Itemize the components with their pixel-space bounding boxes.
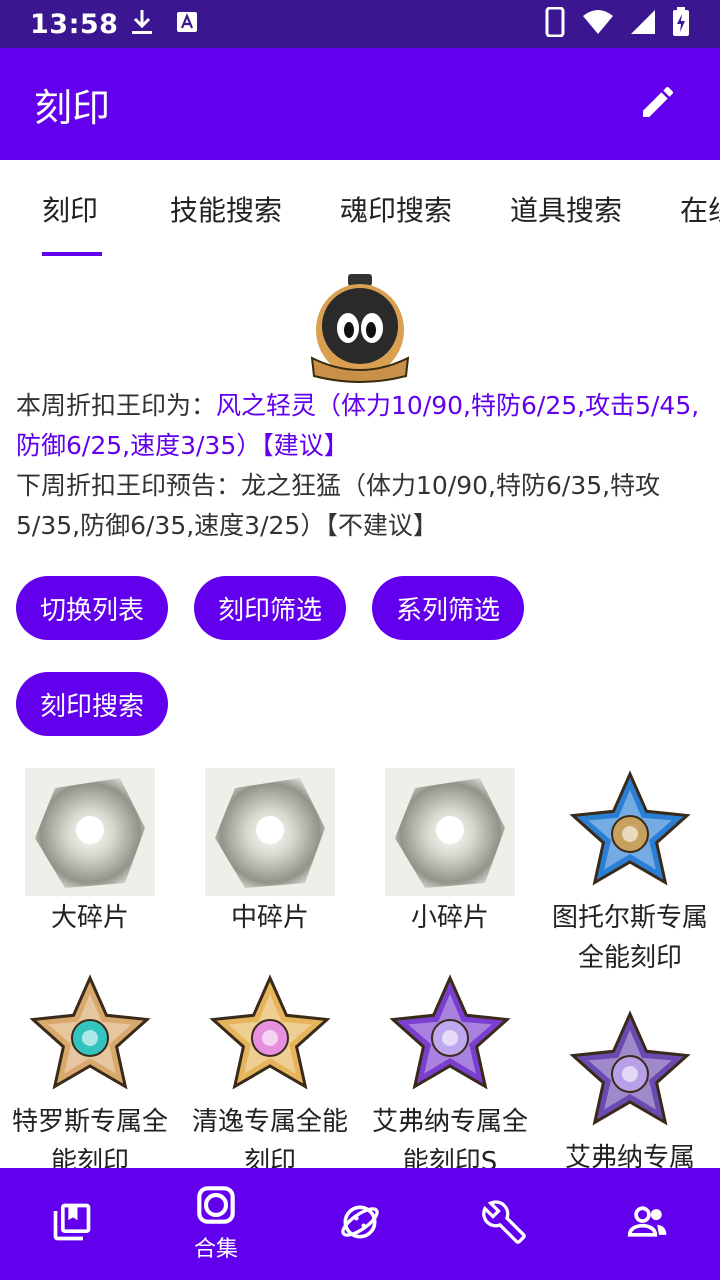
switch-list-button[interactable]: 切换列表 xyxy=(16,576,169,640)
mark-item-label: 特罗斯专属全能刻印 xyxy=(11,1107,168,1168)
nav-item-book[interactable] xyxy=(0,1168,144,1280)
mark-item-label: 中碎片 xyxy=(230,903,309,933)
mark-item-label: 小碎片 xyxy=(410,903,489,933)
mark-item[interactable]: 艾弗纳专属 xyxy=(540,1008,720,1168)
tab-online[interactable]: 在线 xyxy=(680,160,720,258)
fragment-image xyxy=(205,768,335,896)
mark-filter-button[interactable]: 刻印筛选 xyxy=(194,576,347,640)
tab-indicator xyxy=(42,252,102,256)
fragment-image xyxy=(385,768,515,896)
edit-button[interactable] xyxy=(630,76,686,132)
nav-item-planet[interactable] xyxy=(288,1168,432,1280)
mark-content: 本周折扣王印为：风之轻灵（体力10/90,特防6/25,攻击5/45,防御6/2… xyxy=(0,258,720,1168)
mark-item-label: 大碎片 xyxy=(50,903,129,933)
page-title: 刻印 xyxy=(34,85,111,130)
mark-search-button[interactable]: 刻印搜索 xyxy=(16,672,169,736)
status-bar: 13:58 xyxy=(0,0,720,48)
mark-item[interactable]: 特罗斯专属全能刻印 xyxy=(0,972,180,1168)
mark-item-label: 清逸专属全能刻印 xyxy=(191,1107,348,1168)
download-icon xyxy=(130,8,154,40)
mark-star-image xyxy=(565,1008,695,1136)
mark-star-image xyxy=(565,768,695,896)
mark-star-image xyxy=(25,972,155,1100)
font-a-icon xyxy=(176,11,198,37)
series-filter-button[interactable]: 系列筛选 xyxy=(372,576,525,640)
weekly-discount-info: 本周折扣王印为：风之轻灵（体力10/90,特防6/25,攻击5/45,防御6/2… xyxy=(16,386,704,546)
nav-item-tools[interactable] xyxy=(432,1168,576,1280)
mark-item[interactable]: 图托尔斯专属全能刻印 xyxy=(540,768,720,978)
mark-item-label: 艾弗纳专属 xyxy=(564,1143,695,1168)
edit-pencil-icon xyxy=(638,82,678,126)
battery-charging-icon xyxy=(672,7,690,41)
this-week-prefix: 本周折扣王印为： xyxy=(16,391,217,420)
bottom-nav: 合集 xyxy=(0,1168,720,1280)
fragment-image xyxy=(25,768,155,896)
nav-item-collection[interactable]: 合集 xyxy=(144,1168,288,1280)
mark-item[interactable]: 小碎片 xyxy=(360,768,540,938)
mark-item[interactable]: 艾弗纳专属全能刻印S xyxy=(360,972,540,1168)
collection-icon xyxy=(196,1185,236,1229)
mark-item[interactable]: 清逸专属全能刻印 xyxy=(180,972,360,1168)
mark-star-image xyxy=(385,972,515,1100)
mark-item[interactable]: 中碎片 xyxy=(180,768,360,938)
signal-icon xyxy=(630,9,656,39)
this-week-discount: 本周折扣王印为：风之轻灵（体力10/90,特防6/25,攻击5/45,防御6/2… xyxy=(16,386,704,466)
mark-item-label: 图托尔斯专属全能刻印 xyxy=(551,903,708,973)
status-time: 13:58 xyxy=(30,8,119,40)
mark-star-image xyxy=(205,972,335,1100)
tab-bar: 刻印 技能搜索 魂印搜索 道具搜索 在线 xyxy=(0,160,720,258)
tab-skill-search[interactable]: 技能搜索 xyxy=(170,160,282,258)
nav-label-collection: 合集 xyxy=(193,1237,238,1262)
app-bar: 刻印 xyxy=(0,48,720,160)
tab-mark[interactable]: 刻印 xyxy=(42,160,98,258)
phone-vibrate-icon xyxy=(544,6,566,41)
nav-item-people[interactable] xyxy=(576,1168,720,1280)
wifi-icon xyxy=(582,9,614,39)
tab-soul-mark-search[interactable]: 魂印搜索 xyxy=(340,160,452,258)
next-week-discount: 下周折扣王印预告：龙之狂猛（体力10/90,特防6/35,特攻5/35,防御6/… xyxy=(16,471,661,540)
mascot-image xyxy=(308,272,412,384)
mark-item-label: 艾弗纳专属全能刻印S xyxy=(371,1107,528,1168)
tab-item-search[interactable]: 道具搜索 xyxy=(510,160,622,258)
wrench-icon xyxy=(482,1200,526,1248)
planet-icon xyxy=(338,1200,382,1248)
book-icon xyxy=(50,1200,94,1248)
people-icon xyxy=(626,1200,670,1248)
mark-item[interactable]: 大碎片 xyxy=(0,768,180,938)
